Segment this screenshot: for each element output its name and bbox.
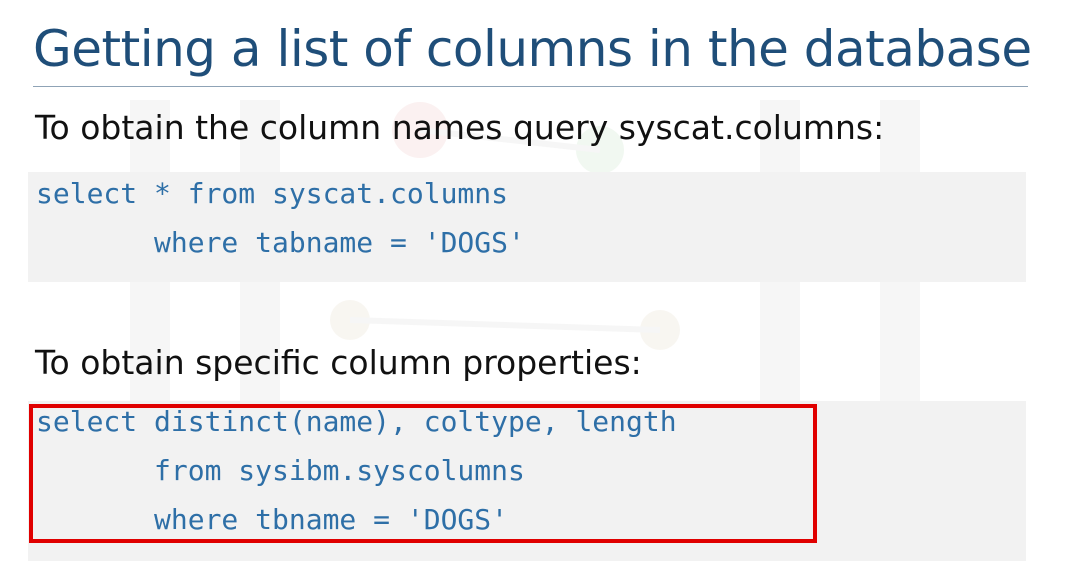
slide-title: Getting a list of columns in the databas…: [33, 20, 1032, 78]
code-line: select * from syscat.columns: [36, 177, 509, 210]
code-line: where tbname = 'DOGS': [36, 503, 509, 536]
code-block-column-properties: select distinct(name), coltype, length f…: [28, 401, 1026, 561]
code-line: where tabname = 'DOGS': [36, 226, 525, 259]
section1-description: To obtain the column names query syscat.…: [35, 108, 885, 147]
code-line: from sysibm.syscolumns: [36, 454, 525, 487]
code-block-column-names: select * from syscat.columns where tabna…: [28, 172, 1026, 282]
code-line: select distinct(name), coltype, length: [36, 405, 677, 438]
section2-description: To obtain specific column properties:: [35, 343, 642, 382]
title-divider: [33, 86, 1028, 87]
